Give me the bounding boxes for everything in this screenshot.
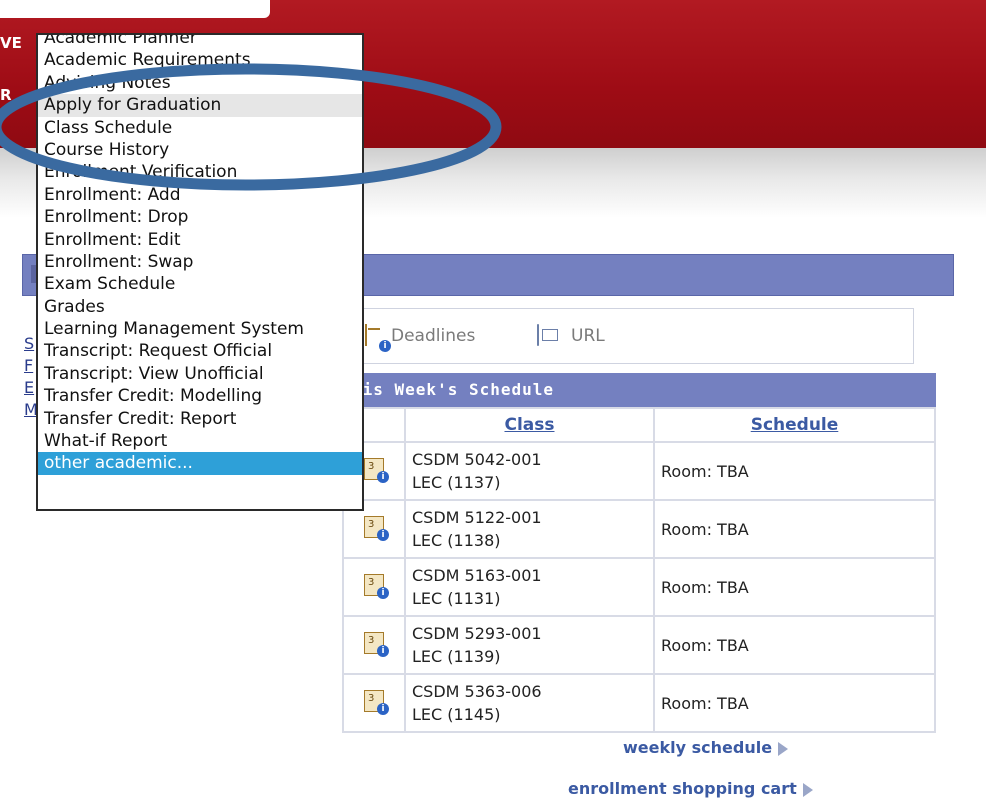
annotation-ellipse-stroke — [0, 63, 502, 191]
annotation-ellipse — [0, 63, 502, 191]
